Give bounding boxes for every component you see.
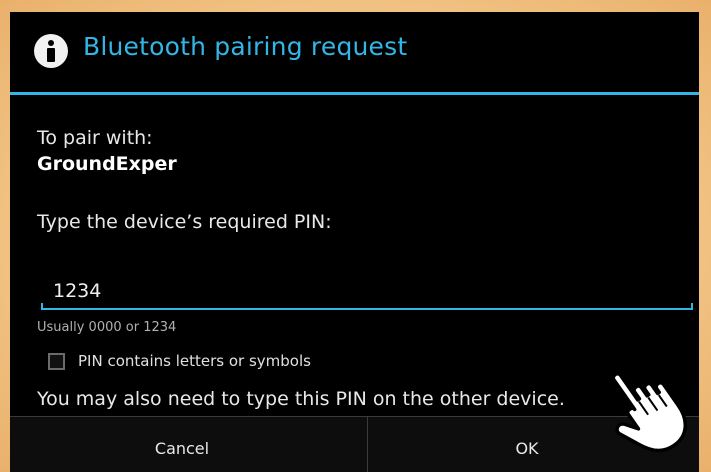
pin-input[interactable] xyxy=(53,280,653,302)
other-device-note: You may also need to type this PIN on th… xyxy=(37,388,565,410)
checkbox-label: PIN contains letters or symbols xyxy=(78,352,311,370)
dialog-title-bar: Bluetooth pairing request xyxy=(10,12,699,92)
title-divider xyxy=(10,92,699,95)
pair-label: To pair with: xyxy=(37,127,153,149)
cancel-button[interactable]: Cancel xyxy=(10,417,354,472)
dialog-button-bar: Cancel OK xyxy=(10,416,699,472)
dialog-title: Bluetooth pairing request xyxy=(83,32,408,61)
pin-letters-checkbox[interactable] xyxy=(48,353,65,370)
bluetooth-pairing-dialog: Bluetooth pairing request To pair with: … xyxy=(10,12,699,472)
device-name: GroundExper xyxy=(37,153,177,175)
pin-hint: Usually 0000 or 1234 xyxy=(37,320,177,335)
hand-pointer-icon xyxy=(611,372,687,453)
pin-field[interactable] xyxy=(41,274,693,310)
button-divider xyxy=(367,416,368,472)
info-icon xyxy=(34,34,68,68)
pin-prompt: Type the device’s required PIN: xyxy=(37,211,332,233)
